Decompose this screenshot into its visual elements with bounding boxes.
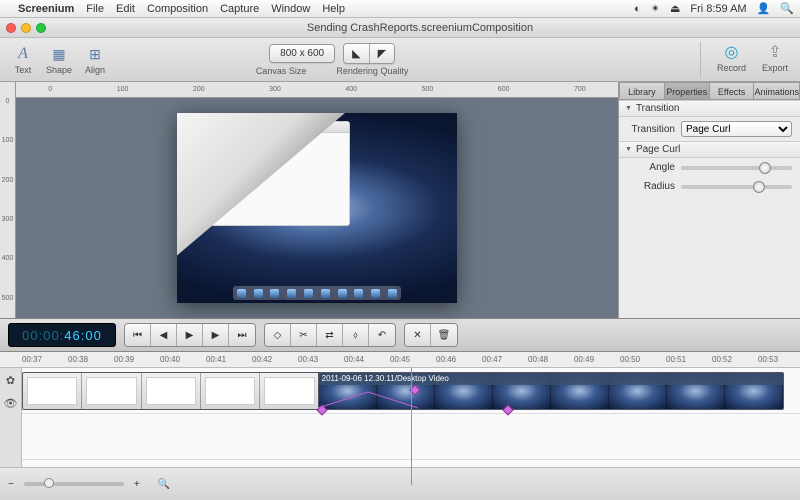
window-title: Sending CrashReports.screeniumCompositio… [307,22,533,34]
record-button[interactable]: ◎ Record [713,42,750,78]
tab-effects[interactable]: Effects [710,82,755,100]
canvas-size-label: Canvas Size [256,66,307,76]
vertical-ruler: 0 100 200 300 400 500 [0,82,16,318]
preview-frame[interactable] [177,113,457,303]
search-icon[interactable]: 🔍 [158,479,170,490]
export-button[interactable]: ⇪ Export [758,42,792,78]
export-icon: ⇪ [764,42,786,62]
footer-bar: − + 🔍 [0,468,800,500]
undo-button[interactable]: ↶ [369,324,395,346]
angle-slider[interactable] [681,166,792,170]
timeline[interactable]: ✿ 👁 2011-09-06 12.13.16/Desktop Video 20… [0,368,800,468]
record-icon: ◎ [720,42,742,62]
tab-properties[interactable]: Properties [665,82,710,100]
radius-slider[interactable] [681,185,792,189]
step-forward-button[interactable]: ▶ [203,324,229,346]
shape-tool-label: Shape [46,65,72,75]
menubar: Screenium File Edit Composition Capture … [0,0,800,18]
close-button[interactable] [6,23,16,33]
go-end-button[interactable]: ⏭ [229,324,255,346]
step-back-button[interactable]: ◀ [151,324,177,346]
toolbar-divider [700,42,701,78]
minimize-button[interactable] [21,23,31,33]
split-button[interactable]: ✂ [291,324,317,346]
align-tool[interactable]: ⊞ Align [80,44,110,75]
menu-file[interactable]: File [86,3,104,15]
marker-controls: ◇ ✂ ⇄ ⬨ ↶ [264,323,396,347]
angle-label: Angle [627,162,675,173]
marker-button[interactable]: ◇ [265,324,291,346]
canvas[interactable] [16,98,618,318]
play-button[interactable]: ▶ [177,324,203,346]
playhead[interactable] [411,368,412,485]
app-menu[interactable]: Screenium [18,3,74,15]
keyframe-button[interactable]: ⬨ [343,324,369,346]
zoom-in-icon[interactable]: + [134,479,140,490]
edit-controls: ✕ 🗑 [404,323,458,347]
quality-high-icon[interactable]: ◤ [370,44,394,63]
zoom-button[interactable] [36,23,46,33]
window-titlebar: Sending CrashReports.screeniumCompositio… [0,18,800,38]
go-start-button[interactable]: ⏮ [125,324,151,346]
settings-icon[interactable]: ✿ [6,374,15,387]
timecode-display[interactable]: 00:00:46:00 [8,323,116,347]
export-label: Export [762,63,788,73]
track-header: ✿ 👁 [0,368,22,467]
radius-label: Radius [627,181,675,192]
align-tool-label: Align [85,65,105,75]
transition-label: Transition [627,124,675,135]
canvas-size-field[interactable]: 800 x 600 [269,44,335,63]
rendering-quality-segment[interactable]: ◣ ◤ [343,43,395,64]
time-ruler[interactable]: 00:37 00:38 00:39 00:40 00:41 00:42 00:4… [0,352,800,368]
inspector-tabs: Library Properties Effects Animations [619,82,800,100]
canvas-size-value: 800 x 600 [270,45,334,62]
align-icon: ⊞ [84,44,106,64]
shape-tool[interactable]: ▦ Shape [42,44,76,75]
user-icon[interactable]: 👤 [757,2,771,15]
cut-button[interactable]: ✕ [405,324,431,346]
horizontal-ruler: 0 100 200 300 400 500 600 700 [16,82,618,98]
rendering-quality-label: Rendering Quality [336,66,408,76]
menu-capture[interactable]: Capture [220,3,259,15]
transport-bar: 00:00:46:00 ⏮ ◀ ▶ ▶ ⏭ ◇ ✂ ⇄ ⬨ ↶ ✕ 🗑 [0,318,800,352]
link-button[interactable]: ⇄ [317,324,343,346]
traffic-lights [6,23,46,33]
zoom-slider[interactable] [24,482,124,486]
status-icon[interactable]: ⏏ [670,2,680,15]
visibility-icon[interactable]: 👁 [4,397,18,410]
record-label: Record [717,63,746,73]
menu-composition[interactable]: Composition [147,3,208,15]
shape-icon: ▦ [48,44,70,64]
transition-select[interactable]: Page Curl [681,121,792,137]
menu-edit[interactable]: Edit [116,3,135,15]
playback-controls: ⏮ ◀ ▶ ▶ ⏭ [124,323,256,347]
spotlight-icon[interactable]: 🔍 [780,2,794,15]
delete-button[interactable]: 🗑 [431,324,457,346]
menu-window[interactable]: Window [271,3,310,15]
inspector-panel: Library Properties Effects Animations Tr… [618,82,800,318]
text-tool[interactable]: A Text [8,44,38,75]
text-tool-label: Text [15,65,32,75]
clip-b-label: 2011-09-06 12.30.11/Desktop Video [319,373,784,385]
menubar-clock[interactable]: Fri 8:59 AM [690,3,746,15]
status-icon[interactable]: ✴ [651,2,660,15]
text-icon: A [12,44,34,64]
clip-b[interactable]: 2011-09-06 12.30.11/Desktop Video [318,372,785,410]
toolbar: A Text ▦ Shape ⊞ Align 800 x 600 ◣ ◤ Can… [0,38,800,82]
section-transition[interactable]: Transition [619,100,800,117]
status-icon[interactable]: ◐ [634,3,641,15]
menu-help[interactable]: Help [322,3,345,15]
quality-low-icon[interactable]: ◣ [344,44,369,63]
main-area: 0 100 200 300 400 500 0 100 200 300 400 … [0,82,800,318]
zoom-out-icon[interactable]: − [8,479,14,490]
section-pagecurl[interactable]: Page Curl [619,141,800,158]
tab-library[interactable]: Library [619,82,665,100]
tab-animations[interactable]: Animations [754,82,800,100]
